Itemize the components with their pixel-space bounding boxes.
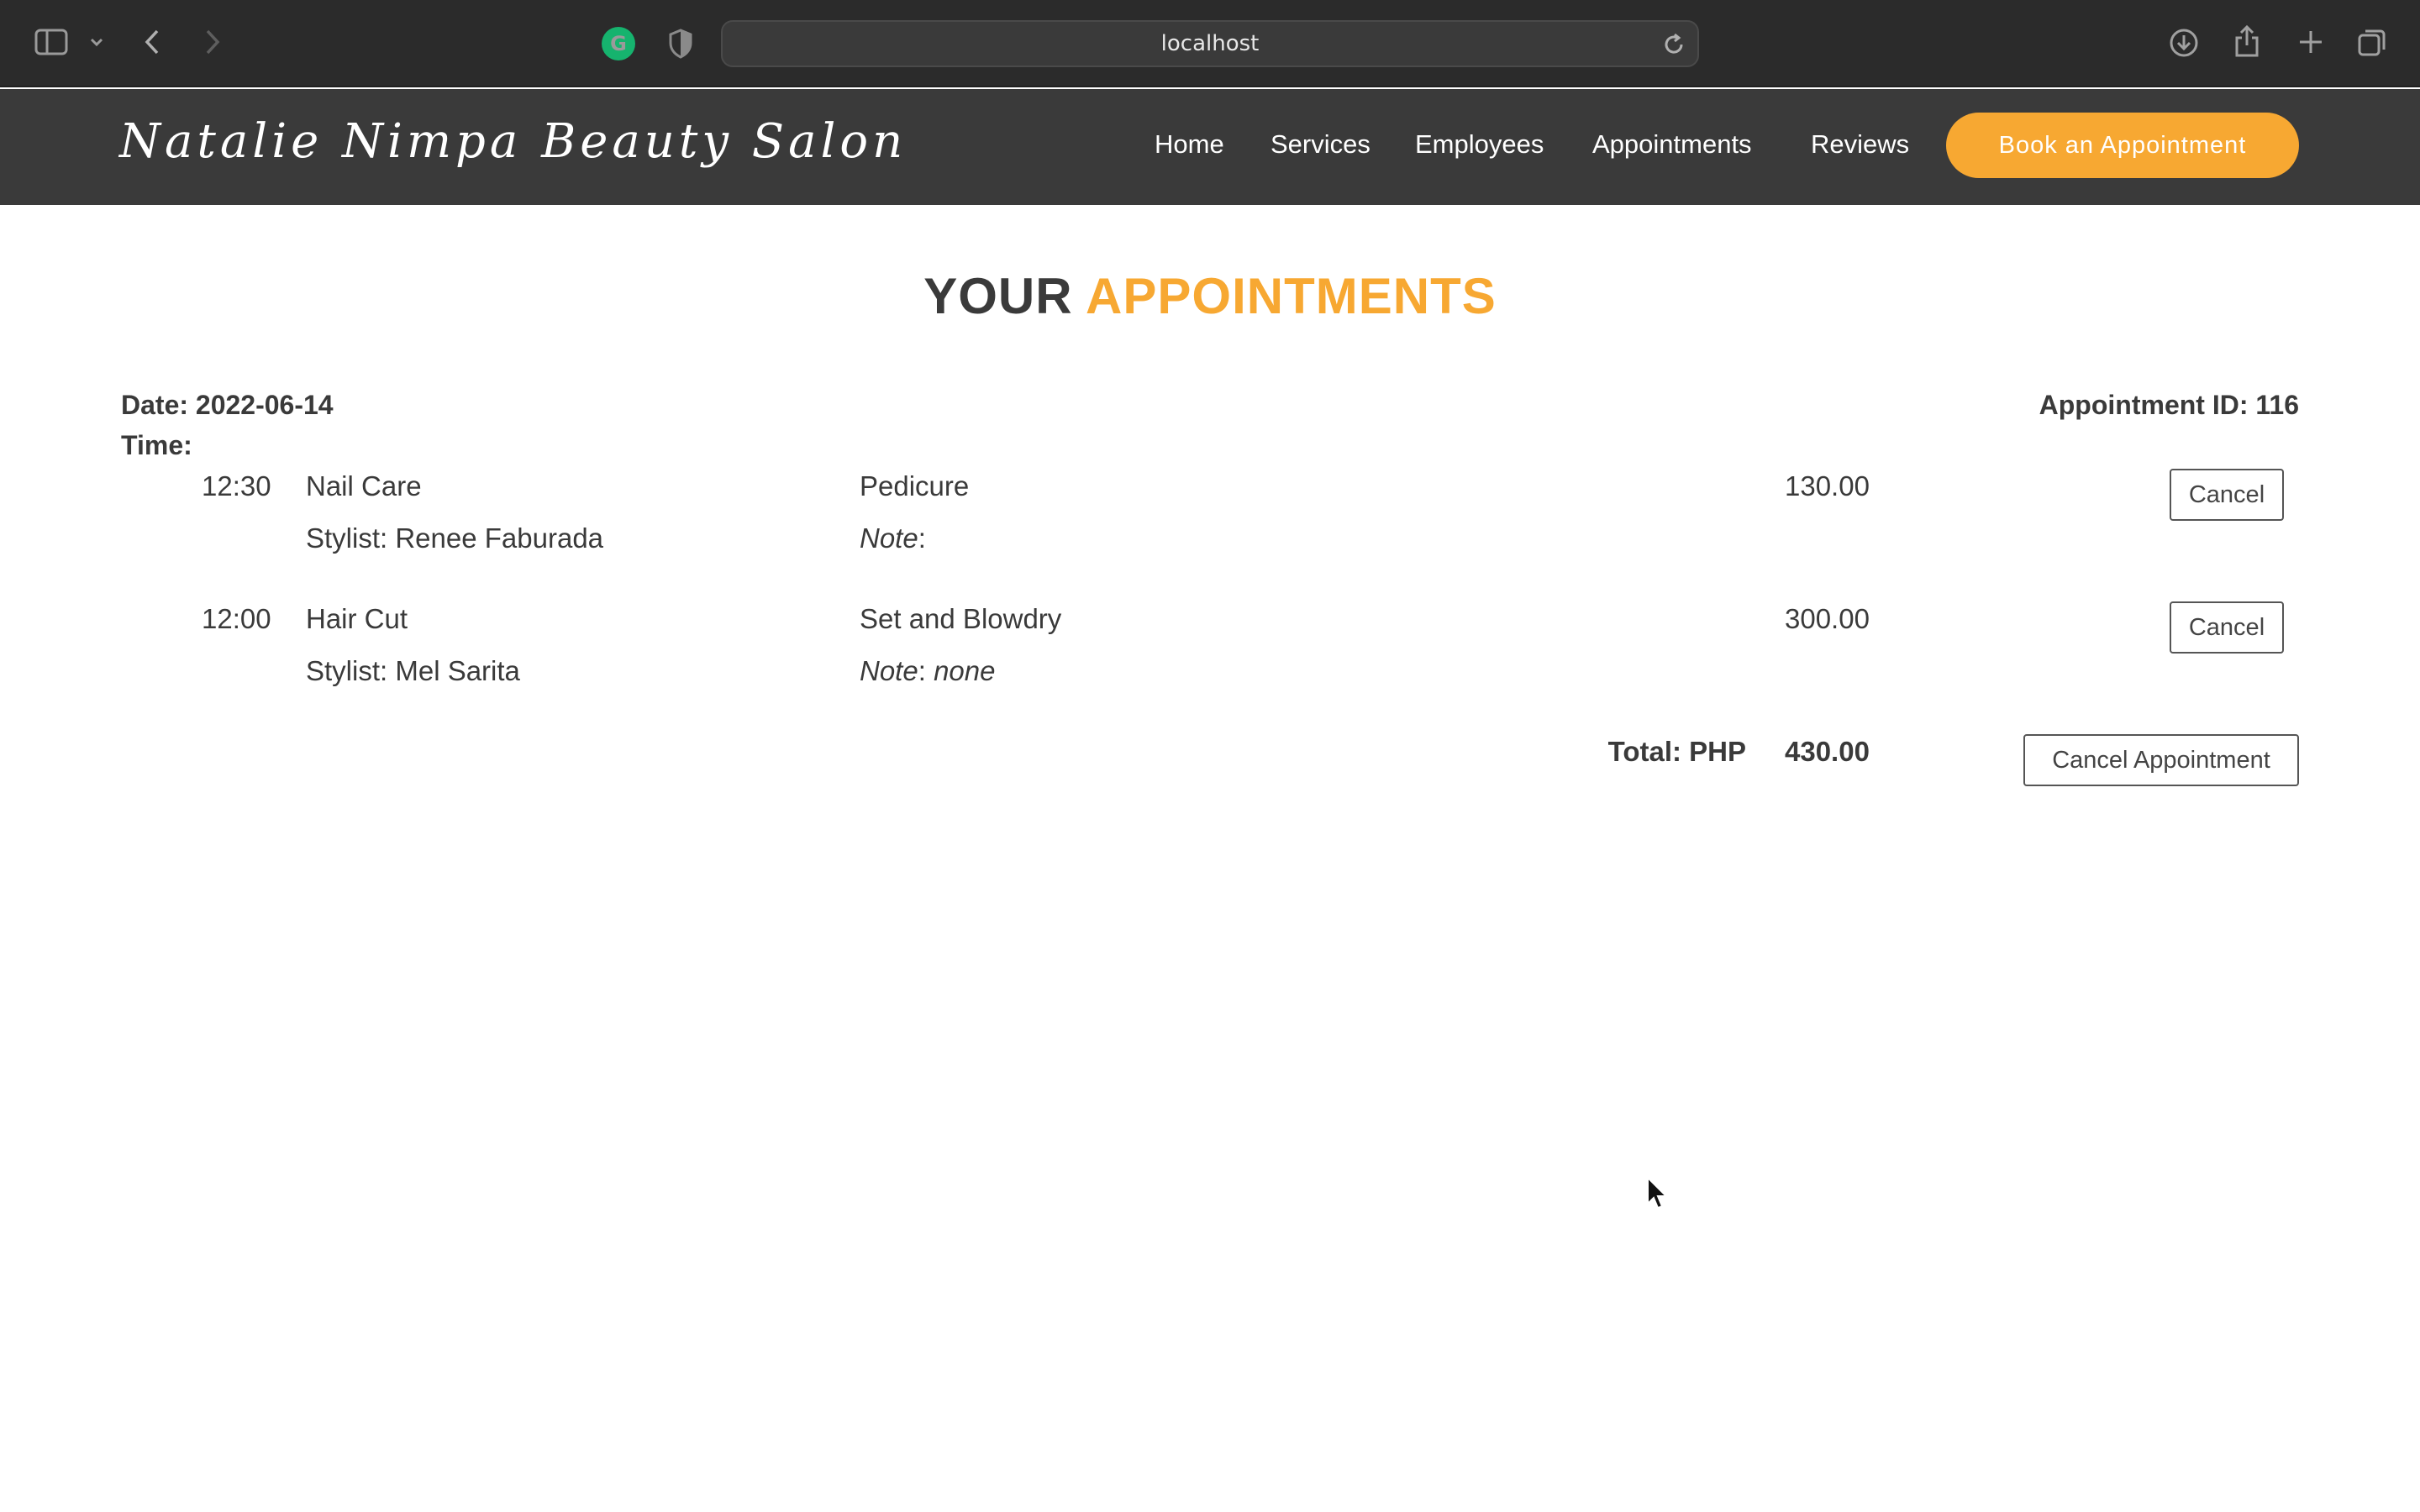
download-icon[interactable] [2166, 25, 2202, 60]
back-icon[interactable] [139, 25, 165, 59]
tabs-overview-icon[interactable] [2354, 25, 2390, 60]
appointment-time: 12:30 [202, 470, 271, 501]
shield-icon[interactable] [666, 27, 696, 60]
nav-home[interactable]: Home [1155, 129, 1224, 160]
url-text: localhost [1160, 31, 1260, 56]
site-header: Natalie Nimpa Beauty Salon Home Services… [0, 89, 2420, 205]
service-price: 130.00 [1785, 470, 1870, 501]
service-note: Note: [860, 522, 926, 554]
service-note: Note: none [860, 655, 996, 686]
book-appointment-button[interactable]: Book an Appointment [1946, 113, 2299, 178]
forward-icon[interactable] [200, 25, 225, 59]
stylist-name: Stylist: Mel Sarita [306, 655, 520, 686]
chevron-down-icon[interactable] [87, 32, 106, 52]
service-name: Pedicure [860, 470, 970, 501]
nav-employees[interactable]: Employees [1415, 129, 1544, 160]
cancel-service-button[interactable]: Cancel [2170, 601, 2284, 654]
new-tab-icon[interactable] [2294, 25, 2328, 59]
share-icon[interactable] [2230, 22, 2264, 60]
note-label: Note [860, 655, 918, 686]
service-name: Set and Blowdry [860, 603, 1062, 634]
service-price: 300.00 [1785, 603, 1870, 634]
service-category: Hair Cut [306, 603, 408, 634]
mouse-cursor-icon [1645, 1175, 1670, 1215]
appointment-date: Date: 2022-06-14 [121, 390, 334, 420]
site-logo[interactable]: Natalie Nimpa Beauty Salon [119, 114, 907, 169]
cancel-service-button[interactable]: Cancel [2170, 469, 2284, 521]
service-category: Nail Care [306, 470, 422, 501]
appointment-time: 12:00 [202, 603, 271, 634]
browser-toolbar: G localhost [0, 0, 2420, 87]
note-value: none [934, 655, 996, 686]
page-title: YOUR APPOINTMENTS [0, 267, 2420, 325]
total-value: 430.00 [1785, 736, 1870, 767]
cancel-appointment-button[interactable]: Cancel Appointment [2023, 734, 2299, 786]
page-title-part2: APPOINTMENTS [1086, 268, 1497, 324]
sidebar-icon[interactable] [32, 25, 71, 59]
appointment-id: Appointment ID: 116 [2039, 390, 2299, 420]
page-title-part1: YOUR [923, 268, 1073, 324]
nav-services[interactable]: Services [1270, 129, 1370, 160]
grammarly-icon[interactable]: G [602, 27, 635, 60]
stylist-name: Stylist: Renee Faburada [306, 522, 604, 554]
address-bar[interactable]: localhost [721, 20, 1699, 67]
note-label: Note [860, 522, 918, 554]
reload-icon[interactable] [1662, 33, 1686, 56]
total-label: Total: PHP [1607, 736, 1746, 767]
nav-reviews[interactable]: Reviews [1811, 129, 1909, 160]
appointment-time-label: Time: [121, 430, 192, 460]
nav-appointments[interactable]: Appointments [1592, 129, 1752, 160]
